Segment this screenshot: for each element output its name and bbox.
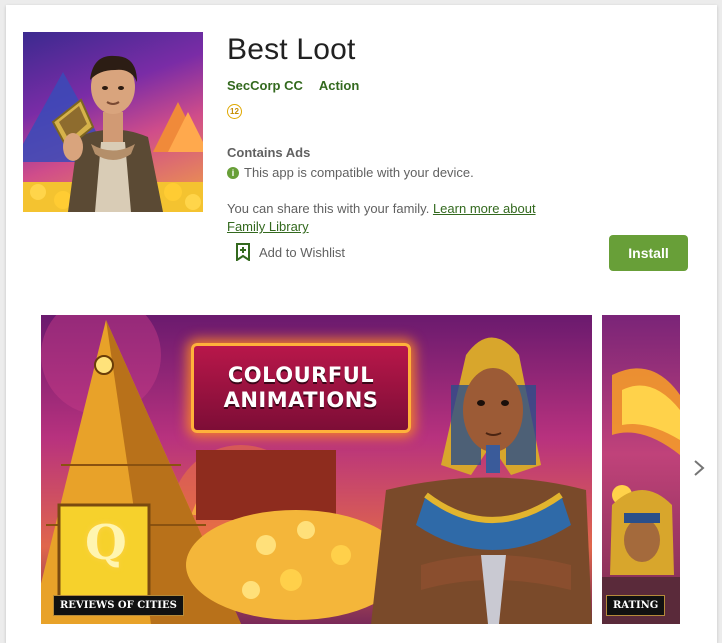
screenshot-2-artwork [602, 368, 680, 624]
add-to-wishlist-button[interactable]: Add to Wishlist [235, 243, 345, 261]
category-link[interactable]: Action [319, 78, 359, 93]
pyramid-letter: Q [85, 515, 127, 571]
app-icon-artwork [23, 55, 203, 212]
app-title: Best Loot [227, 33, 356, 66]
compatibility-notice: i This app is compatible with your devic… [227, 165, 474, 180]
install-button[interactable]: Install [609, 235, 688, 271]
compatibility-text: This app is compatible with your device. [244, 165, 474, 180]
app-meta: SecCorp CC Action [227, 78, 359, 93]
family-library-notice: You can share this with your family. Lea… [227, 200, 547, 236]
screenshot-1-banner: COLOURFUL ANIMATIONS [191, 343, 411, 433]
developer-link[interactable]: SecCorp CC [227, 78, 303, 93]
screenshot-1-caption: REVIEWS OF CITIES [53, 595, 184, 616]
wishlist-label: Add to Wishlist [259, 244, 345, 260]
banner-line-2: ANIMATIONS [223, 388, 379, 412]
info-icon: i [227, 166, 239, 179]
bookmark-plus-icon [236, 243, 250, 261]
contains-ads-label: Contains Ads [227, 145, 311, 160]
chevron-right-icon[interactable] [691, 458, 707, 478]
banner-line-1: COLOURFUL [227, 363, 375, 387]
app-icon [23, 32, 203, 212]
screenshot-2-caption: RATING [606, 595, 666, 616]
family-text: You can share this with your family. [227, 201, 430, 216]
age-rating-badge: 12 [227, 104, 242, 119]
screenshot-2[interactable]: RATING [602, 315, 680, 624]
app-details-card: Best Loot SecCorp CC Action 12 Contains … [6, 5, 717, 643]
screenshot-1[interactable]: COLOURFUL ANIMATIONS Q REVIEWS OF CITIES [41, 315, 592, 624]
